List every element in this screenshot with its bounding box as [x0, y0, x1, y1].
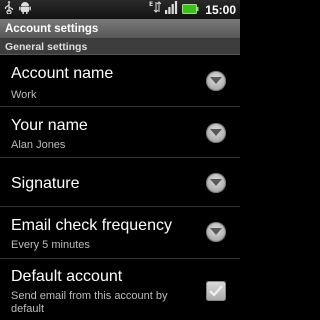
chevron-down-icon [206, 123, 226, 143]
chevron-down-icon [206, 71, 226, 91]
setting-title: Account name [11, 65, 114, 82]
chevron-down-icon [206, 173, 226, 193]
battery-icon [182, 1, 199, 19]
status-bar: E 15:00 [0, 0, 240, 19]
setting-summary: Send email from this account by default [11, 290, 168, 315]
usb-icon [4, 0, 14, 19]
setting-signature[interactable]: Signature [0, 158, 240, 207]
android-icon [19, 1, 31, 19]
data-transfer-icon: E [149, 0, 162, 19]
setting-default-account[interactable]: Default account Send email from this acc… [0, 259, 240, 320]
setting-title: Email check frequency [11, 217, 172, 234]
chevron-down-icon [206, 222, 226, 242]
status-time: 15:00 [205, 2, 236, 17]
setting-title: Your name [11, 117, 88, 134]
setting-summary: Every 5 minutes [11, 239, 90, 251]
setting-title: Default account [11, 268, 123, 285]
page-title: Account settings [5, 22, 99, 35]
setting-summary: Alan Jones [11, 139, 66, 151]
setting-your-name[interactable]: Your name Alan Jones [0, 107, 240, 158]
title-bar: Account settings [0, 19, 240, 39]
section-header: General settings [0, 39, 240, 55]
setting-account-name[interactable]: Account name Work [0, 55, 240, 107]
svg-text:E: E [149, 1, 153, 8]
setting-email-check-frequency[interactable]: Email check frequency Every 5 minutes [0, 207, 240, 259]
setting-title: Signature [11, 175, 80, 192]
signal-icon [165, 0, 178, 19]
default-account-checkbox[interactable] [206, 281, 226, 301]
section-title: General settings [5, 40, 88, 53]
setting-summary: Work [11, 89, 37, 101]
